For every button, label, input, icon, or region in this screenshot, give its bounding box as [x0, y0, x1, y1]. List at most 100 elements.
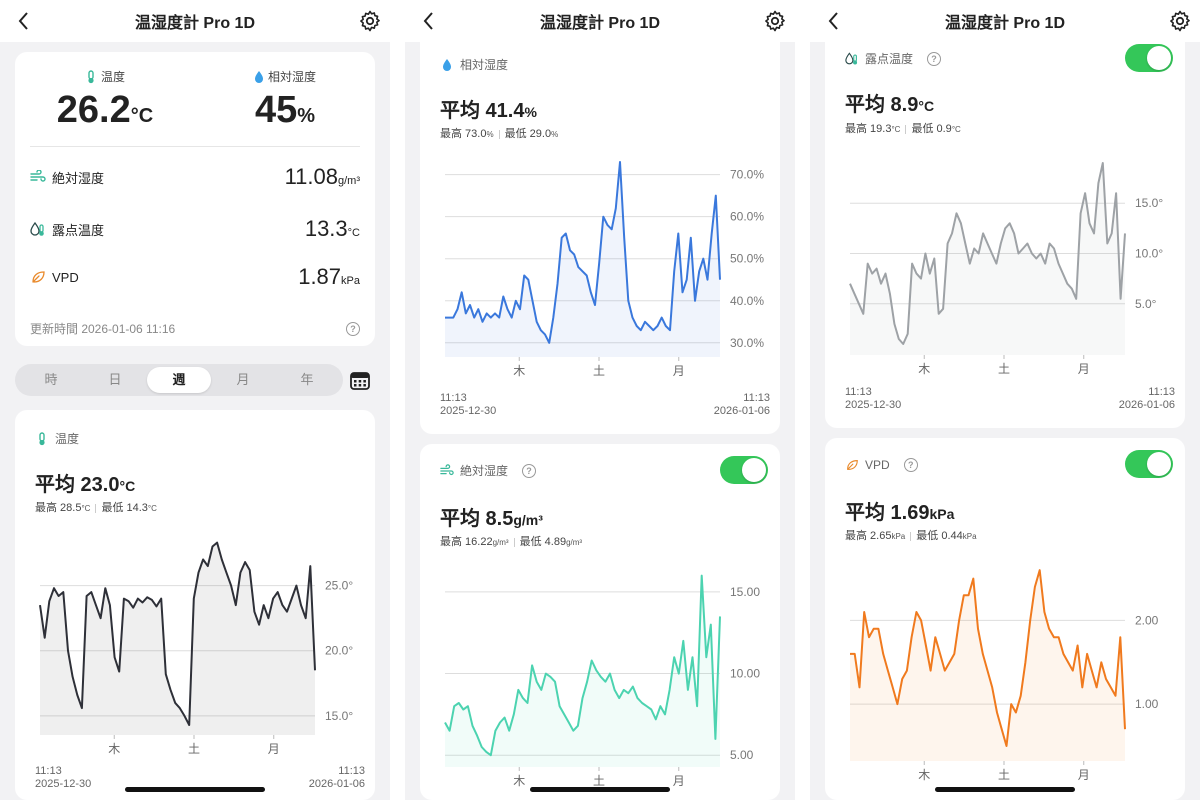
gear-icon[interactable] [763, 9, 787, 33]
y-tick-label: 60.0% [730, 210, 764, 224]
vpd-chart: 2.00 1.00 木 土 月 [850, 569, 1159, 782]
temperature-card: 温度 平均 23.0°C 最高 28.5°C 最低 14.3°C 25.0° 20.… [15, 410, 375, 800]
x-tick-label: 月 [1078, 768, 1090, 782]
x-tick-label: 土 [593, 364, 605, 378]
back-chevron-icon[interactable] [417, 9, 441, 33]
page-title: 温湿度計 Pro 1D [539, 15, 661, 32]
range-end-time: 11:13 [338, 765, 365, 777]
calendar-icon[interactable] [349, 369, 371, 391]
dew-point-max-unit: °C [891, 125, 901, 134]
tab-month[interactable]: 月 [211, 367, 275, 393]
y-tick-label: 10.0° [1135, 247, 1163, 261]
range-start-time: 11:13 [845, 386, 872, 398]
humidity-min: 最低 29.0 [504, 128, 552, 140]
temperature-max: 最高 28.5 [35, 502, 82, 514]
range-end-date: 2026-01-06 [713, 405, 770, 417]
dew-point-min: 最低 0.9 [911, 123, 952, 135]
x-tick-label: 土 [998, 768, 1010, 782]
vpd-toggle[interactable] [1125, 450, 1173, 478]
temp-label: 温度 [100, 70, 125, 84]
x-tick-label: 土 [998, 362, 1010, 376]
temp-value: 26.2 [56, 89, 131, 131]
vpd-card: VPD ? 平均 1.69kPa 最高 2.65kPa 最低 0.44kPa 2.… [825, 438, 1185, 800]
screen-humidity: 温湿度計 Pro 1D 相対湿度 平均 41.4% 最高 73.0% 最低 29.… [405, 0, 795, 800]
series-area [850, 570, 1125, 761]
y-tick-label: 15.00 [730, 585, 760, 599]
absolute-humidity-chart: 15.00 10.00 5.00 木 土 月 [444, 574, 760, 788]
x-tick-label: 土 [593, 774, 605, 788]
help-icon[interactable]: ? [903, 458, 918, 472]
thermometer-icon [39, 431, 45, 445]
back-chevron-icon[interactable] [822, 9, 846, 33]
thermometer-icon [88, 69, 94, 83]
water-drop-icon [254, 70, 263, 83]
vpd-row: VPD 1.87kPa [30, 264, 360, 290]
temp-summary: 温度 26.2°C [15, 68, 195, 132]
screen-dewpoint-vpd: 温湿度計 Pro 1D 露点温度 ? 平均 8.9°C 最高 19.3°C 最低 … [810, 0, 1200, 800]
tab-year[interactable]: 年 [275, 367, 339, 393]
back-chevron-icon[interactable] [12, 9, 36, 33]
help-icon[interactable]: ? [522, 463, 537, 478]
dew-point-card-header: 露点温度 ? [845, 50, 942, 67]
vpd-unit: kPa [341, 275, 360, 287]
series-area [445, 162, 720, 357]
gear-icon[interactable] [1168, 9, 1192, 33]
temperature-card-title: 温度 [55, 432, 80, 446]
help-icon[interactable]: ? [927, 51, 942, 66]
y-tick-label: 5.0° [1135, 297, 1157, 311]
absolute-humidity-icon [440, 463, 454, 475]
nav-bar: 温湿度計 Pro 1D [810, 0, 1200, 42]
y-tick-label: 20.0° [325, 644, 353, 658]
gear-icon[interactable] [358, 9, 382, 33]
help-icon[interactable]: ? [346, 321, 360, 336]
tab-day[interactable]: 日 [83, 367, 147, 393]
range-start-date: 2025-12-30 [845, 399, 902, 411]
temperature-chart: 25.0° 20.0° 15.0° 木 土 月 [39, 541, 353, 756]
absolute-humidity-max-unit: g/m³ [492, 538, 509, 547]
tab-hour[interactable]: 時 [19, 367, 83, 393]
absolute-humidity-minmax: 最高 16.22g/m³ 最低 4.89g/m³ [440, 533, 582, 549]
absolute-humidity-average: 平均 8.5g/m³ [440, 502, 543, 531]
y-tick-label: 2.00 [1135, 613, 1159, 627]
humidity-card-title: 相対湿度 [460, 58, 509, 72]
absolute-humidity-unit: g/m³ [338, 175, 360, 187]
screen-overview: 温湿度計 Pro 1D 温度 26.2°C 相対湿度 45% 絶対湿度 11.0… [0, 0, 390, 800]
tab-week[interactable]: 週 [147, 367, 211, 393]
humidity-minmax: 最高 73.0% 最低 29.0% [440, 125, 558, 141]
page-title: 温湿度計 Pro 1D [944, 15, 1066, 32]
humidity-card-header: 相対湿度 [440, 56, 508, 73]
absolute-humidity-min-unit: g/m³ [566, 538, 583, 547]
humidity-max-unit: % [486, 130, 494, 139]
dew-point-card: 露点温度 ? 平均 8.9°C 最高 19.3°C 最低 0.9°C 15.0° 1… [825, 42, 1185, 428]
water-drop-icon [443, 58, 451, 71]
temperature-average-unit: °C [119, 478, 136, 494]
humidity-summary: 相対湿度 45% [195, 68, 375, 132]
x-tick-label: 月 [673, 364, 685, 378]
range-end-date: 2026-01-06 [1118, 399, 1175, 411]
home-indicator [125, 787, 265, 792]
dew-point-chart: 15.0° 10.0° 5.0° 木 土 月 [849, 162, 1163, 376]
dew-point-toggle[interactable] [1125, 44, 1173, 72]
dew-point-value: 13.3 [304, 216, 348, 241]
absolute-humidity-toggle[interactable] [720, 456, 768, 484]
range-end-time: 11:13 [1148, 386, 1175, 398]
temperature-min: 最低 14.3 [101, 502, 148, 514]
nav-bar: 温湿度計 Pro 1D [405, 0, 795, 42]
vpd-average-unit: kPa [929, 506, 955, 522]
humidity-min-unit: % [551, 130, 559, 139]
range-end-time: 11:13 [743, 392, 770, 404]
home-indicator [935, 787, 1075, 792]
dew-point-average-value: 平均 8.9 [845, 94, 919, 116]
y-tick-label: 1.00 [1135, 697, 1159, 711]
humidity-unit: % [297, 105, 316, 127]
x-tick-label: 木 [513, 774, 525, 788]
humidity-chart: 70.0% 60.0% 50.0% 40.0% 30.0% 木 土 月 [445, 161, 764, 378]
x-tick-label: 月 [1078, 362, 1090, 376]
x-tick-label: 月 [268, 742, 280, 756]
vpd-max: 最高 2.65 [845, 530, 892, 542]
dew-point-row: 露点温度 13.3°C [30, 216, 360, 242]
temperature-average-value: 平均 23.0 [35, 474, 120, 496]
humidity-value: 45 [254, 89, 298, 131]
temperature-max-unit: °C [81, 504, 91, 513]
vpd-label: VPD [52, 269, 79, 285]
